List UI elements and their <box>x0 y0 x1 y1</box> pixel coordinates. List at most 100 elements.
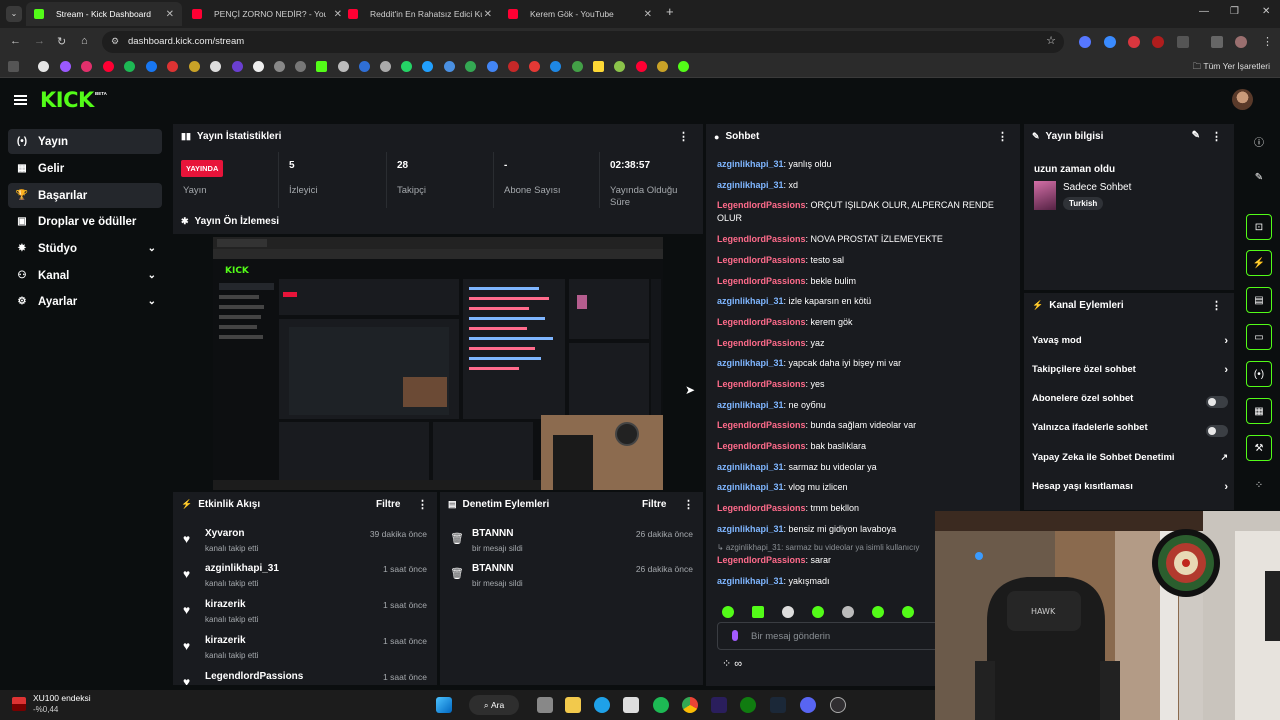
forward-icon[interactable]: → <box>34 35 45 47</box>
home-icon[interactable]: ⌂ <box>81 35 88 47</box>
window-close-icon[interactable]: ✕ <box>1262 6 1270 17</box>
moderation-filter-button[interactable]: Filtre <box>642 499 666 510</box>
follower-name[interactable]: kirazerik <box>205 599 246 610</box>
subscribers-only-action[interactable]: Abonelere özel sohbet <box>1032 393 1228 413</box>
store-icon[interactable] <box>623 697 639 713</box>
chat-username[interactable]: LegendlordPassions <box>717 255 806 265</box>
bookmark-icon[interactable] <box>316 61 327 72</box>
bookmark-icon[interactable] <box>253 61 264 72</box>
bookmark-icon[interactable] <box>103 61 114 72</box>
sidebar-item-gelir[interactable]: ▦ Gelir <box>8 156 162 181</box>
chat-username[interactable]: azginlikhapi_31 <box>717 482 784 492</box>
ticker-name[interactable]: XU100 endeksi <box>33 693 91 703</box>
kebab-menu-icon[interactable]: ⋮ <box>678 130 689 143</box>
bookmark-icon[interactable] <box>422 61 433 72</box>
chat-username[interactable]: azginlikhapi_31 <box>717 296 784 306</box>
bookmark-icon[interactable] <box>167 61 178 72</box>
restore-icon[interactable]: ❐ <box>1230 6 1239 17</box>
slow-mode-action[interactable]: Yavaş mod › <box>1032 335 1228 355</box>
xbox-icon[interactable] <box>740 697 756 713</box>
extension-icon[interactable] <box>1104 36 1116 48</box>
browser-tab-youtube-2[interactable]: Reddit'in En Rahatsız Edici Kullan ✕ <box>340 2 500 26</box>
browser-tab-kick[interactable]: Stream - Kick Dashboard ✕ <box>26 2 182 26</box>
microphone-icon[interactable] <box>732 630 738 641</box>
bookmark-icon[interactable] <box>60 61 71 72</box>
list-icon[interactable]: ▤ <box>1246 287 1272 313</box>
chat-username[interactable]: LegendlordPassions <box>717 234 806 244</box>
obs-icon[interactable] <box>830 697 846 713</box>
menu-hamburger-icon[interactable] <box>14 95 27 105</box>
bookmark-icon[interactable] <box>380 61 391 72</box>
extension-icon[interactable] <box>1079 36 1091 48</box>
bookmark-icon[interactable] <box>189 61 200 72</box>
bookmark-icon[interactable] <box>572 61 583 72</box>
kebab-menu-icon[interactable]: ⋮ <box>997 130 1008 143</box>
chat-username[interactable]: azginlikhapi_31 <box>717 159 784 169</box>
emote-icon[interactable] <box>812 606 824 618</box>
bookmark-icon[interactable] <box>465 61 476 72</box>
moderator-name[interactable]: BTANNN <box>472 563 513 574</box>
chat-username[interactable]: azginlikhapi_31 <box>717 400 784 410</box>
close-icon[interactable]: ✕ <box>644 9 652 20</box>
sidebar-item-basarilar[interactable]: 🏆 Başarılar <box>8 183 162 208</box>
sidebar-item-studyo[interactable]: ✸ Stüdyo ⌄ <box>8 236 162 261</box>
chat-username[interactable]: azginlikhapi_31 <box>717 358 784 368</box>
bookmark-star-icon[interactable]: ☆ <box>1046 34 1056 47</box>
windows-start-icon[interactable] <box>436 697 452 713</box>
follower-name[interactable]: LegendlordPassions <box>205 671 303 682</box>
back-icon[interactable]: ← <box>10 35 21 47</box>
profile-icon[interactable] <box>1235 36 1247 48</box>
sidebar-item-yayin[interactable]: (•) Yayın <box>8 129 162 154</box>
chat-bubble-icon[interactable]: ▭ <box>1246 324 1272 350</box>
file-explorer-icon[interactable] <box>565 697 581 713</box>
chat-username[interactable]: LegendlordPassions <box>717 555 806 565</box>
chat-username[interactable]: LegendlordPassions <box>717 503 806 513</box>
extension-icon[interactable] <box>1128 36 1140 48</box>
chat-username[interactable]: azginlikhapi_31 <box>717 576 784 586</box>
user-avatar[interactable] <box>1232 89 1253 110</box>
bookmark-icon[interactable] <box>636 61 647 72</box>
clip-icon[interactable]: ⊡ <box>1246 214 1272 240</box>
bookmark-icon[interactable] <box>678 61 689 72</box>
chat-username[interactable]: LegendlordPassions <box>717 441 806 451</box>
bookmark-icon[interactable] <box>444 61 455 72</box>
bookmark-icon[interactable] <box>593 61 604 72</box>
address-bar[interactable]: ⚙ dashboard.kick.com/stream ☆ <box>102 31 1064 53</box>
layout-icon[interactable]: ▦ <box>1246 398 1272 424</box>
bookmark-icon[interactable] <box>401 61 412 72</box>
emote-icon[interactable] <box>752 606 764 618</box>
reading-list-icon[interactable] <box>1211 36 1223 48</box>
follower-name[interactable]: Xyvaron <box>205 528 244 539</box>
bookmark-icon[interactable] <box>657 61 668 72</box>
bookmark-icon[interactable] <box>81 61 92 72</box>
emote-only-toggle[interactable] <box>1206 425 1228 437</box>
bookmark-icon[interactable] <box>295 61 306 72</box>
edit-pencil-icon[interactable]: ✎ <box>1246 164 1272 190</box>
chat-tools-icon[interactable]: ⁘ ∞ <box>722 657 742 670</box>
bookmark-icon[interactable] <box>508 61 519 72</box>
edge-icon[interactable] <box>594 697 610 713</box>
stream-preview-video[interactable]: KICK <box>213 237 663 490</box>
close-icon[interactable]: ✕ <box>166 9 174 20</box>
taskbar-search[interactable]: ⌕ Ara <box>469 695 519 715</box>
bookmark-icon[interactable] <box>210 61 221 72</box>
extension-icon[interactable] <box>1152 36 1164 48</box>
kebab-menu-icon[interactable]: ⋮ <box>1211 299 1222 312</box>
chat-username[interactable]: azginlikhapi_31 <box>717 462 784 472</box>
chat-username[interactable]: LegendlordPassions <box>717 338 806 348</box>
tab-list-button[interactable]: ⌄ <box>6 6 22 22</box>
follower-name[interactable]: azginlikhapi_31 <box>205 563 279 574</box>
followers-only-action[interactable]: Takipçilere özel sohbet › <box>1032 364 1228 384</box>
discord-icon[interactable] <box>800 697 816 713</box>
bookmark-icon[interactable] <box>124 61 135 72</box>
broadcast-icon[interactable]: (•) <box>1246 361 1272 387</box>
emote-only-action[interactable]: Yalnızca ifadelerle sohbet <box>1032 422 1228 442</box>
steam-icon[interactable] <box>770 697 786 713</box>
spotify-icon[interactable] <box>653 697 669 713</box>
bookmark-icon[interactable] <box>338 61 349 72</box>
bookmark-icon[interactable] <box>614 61 625 72</box>
sidebar-item-ayarlar[interactable]: ⚙ Ayarlar ⌄ <box>8 289 162 314</box>
chat-username[interactable]: LegendlordPassions <box>717 317 806 327</box>
chat-username[interactable]: LegendlordPassions <box>717 200 806 210</box>
apps-grid-icon[interactable] <box>8 61 19 72</box>
